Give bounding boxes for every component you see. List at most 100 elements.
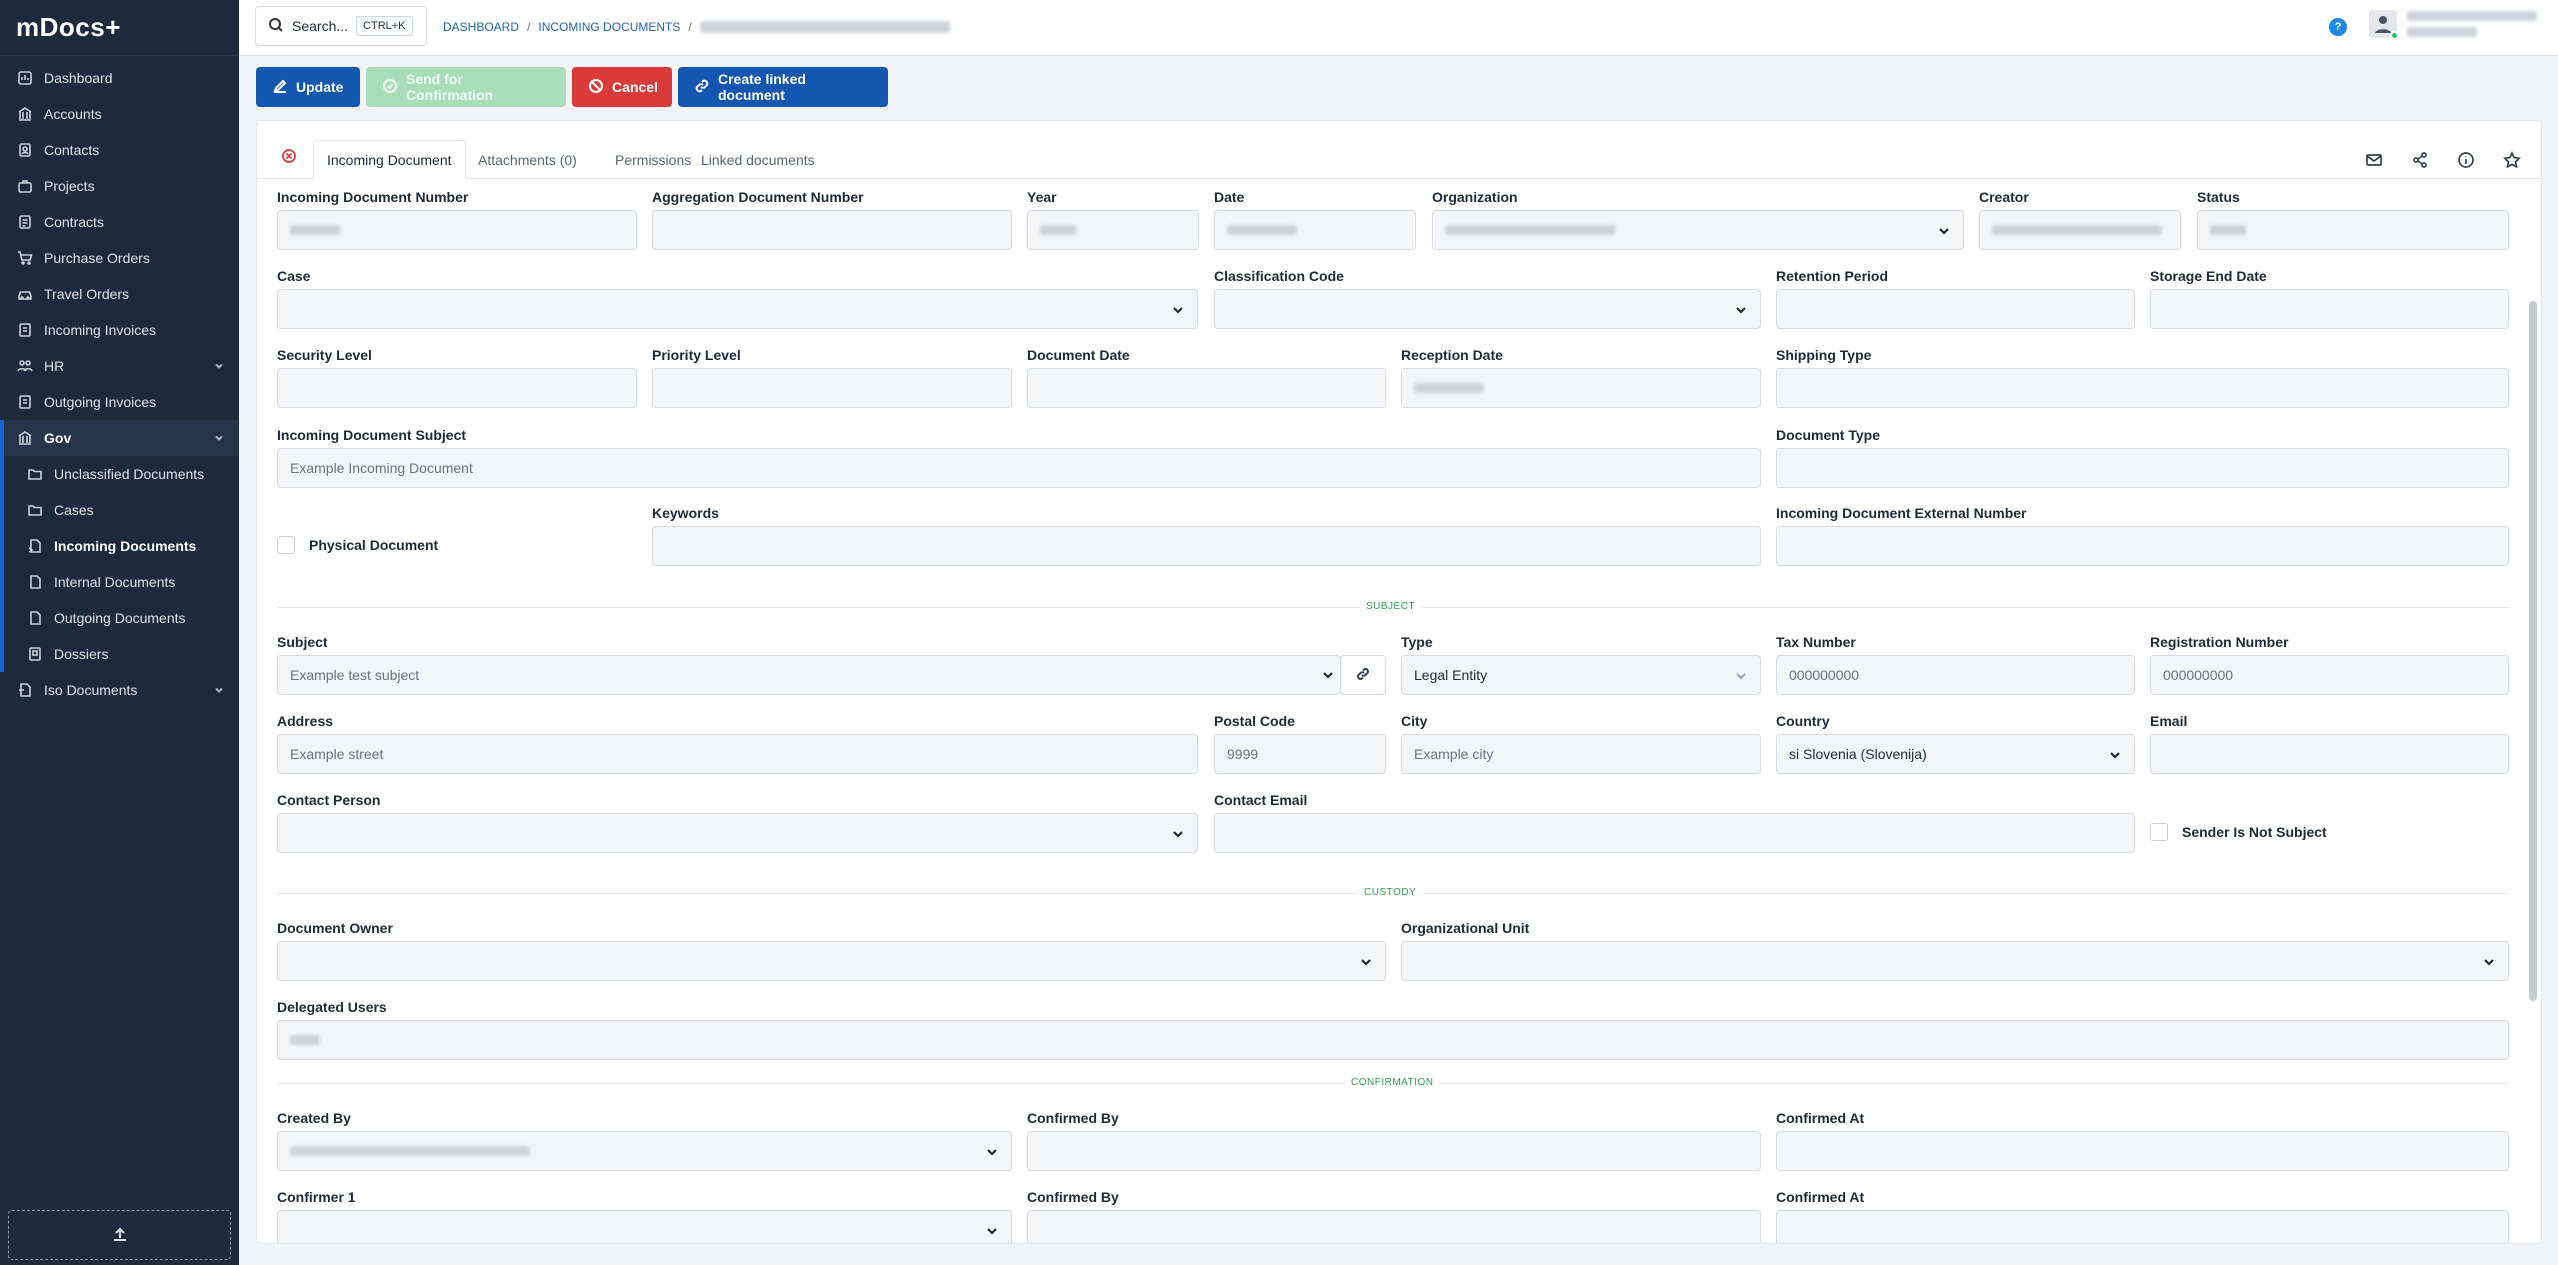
action-toolbar: Update Send for Confirmation Cancel Crea… <box>256 67 888 107</box>
chevron-down-icon[interactable] <box>1321 668 1335 682</box>
update-button[interactable]: Update <box>256 67 360 107</box>
chevron-down-icon <box>213 431 225 443</box>
cancel-button[interactable]: Cancel <box>572 67 672 107</box>
sidebar-item-contracts[interactable]: Contracts <box>0 204 239 240</box>
created-by-select[interactable] <box>277 1131 1012 1171</box>
search-button[interactable]: Search... CTRL+K <box>255 6 427 46</box>
case-select[interactable] <box>277 289 1198 329</box>
document-type-input[interactable] <box>1776 448 2509 488</box>
priority-level-input[interactable] <box>652 368 1012 408</box>
field-retention-period: Retention Period <box>1776 266 2135 329</box>
app-logo[interactable]: mDocs+ <box>0 0 239 56</box>
form-scrollbar[interactable] <box>2529 301 2537 1001</box>
contact-email-input[interactable] <box>1214 813 2135 853</box>
help-icon[interactable]: ? <box>2329 18 2347 36</box>
tab-attachments[interactable]: Attachments (0) <box>465 140 590 180</box>
sidebar-item-incoming-invoices[interactable]: Incoming Invoices <box>0 312 239 348</box>
field-document-owner: Document Owner <box>277 918 1386 981</box>
reception-date-input[interactable] <box>1401 368 1761 408</box>
sidebar-item-contacts[interactable]: Contacts <box>0 132 239 168</box>
document-icon <box>26 573 44 591</box>
sidebar-item-label: Incoming Documents <box>54 538 197 554</box>
year-input[interactable] <box>1027 210 1199 250</box>
chevron-down-icon <box>1734 669 1748 683</box>
incoming-document-number-input[interactable] <box>277 210 637 250</box>
star-icon[interactable] <box>2502 151 2522 172</box>
sidebar-item-dashboard[interactable]: Dashboard <box>0 60 239 96</box>
type-select[interactable]: Legal Entity <box>1401 655 1761 695</box>
mail-icon[interactable] <box>2365 151 2383 172</box>
email-input[interactable] <box>2150 734 2509 774</box>
field-email: Email <box>2150 711 2509 774</box>
field-aggregation-document-number: Aggregation Document Number <box>652 187 1012 250</box>
external-number-input[interactable] <box>1776 526 2509 566</box>
share-icon[interactable] <box>2411 151 2429 172</box>
field-address: Address Example street <box>277 711 1198 774</box>
sidebar-item-cases[interactable]: Cases <box>4 492 239 528</box>
sidebar-item-label: Contacts <box>44 142 100 158</box>
field-delegated-users: Delegated Users <box>277 997 2509 1060</box>
tax-number-input[interactable]: 000000000 <box>1776 655 2135 695</box>
confirmer-1-select[interactable] <box>277 1210 1012 1243</box>
confirmed-by-input[interactable] <box>1027 1131 1761 1171</box>
sidebar-item-incoming-documents[interactable]: Incoming Documents <box>4 528 239 564</box>
date-input[interactable] <box>1214 210 1416 250</box>
contact-person-select[interactable] <box>277 813 1198 853</box>
breadcrumb-dashboard[interactable]: DASHBOARD <box>443 20 519 34</box>
organizational-unit-select[interactable] <box>1401 941 2509 981</box>
tab-linked-documents[interactable]: Linked documents <box>688 140 828 180</box>
upload-dropzone[interactable] <box>8 1210 231 1260</box>
creator-input[interactable] <box>1979 210 2181 250</box>
sidebar-item-label: Internal Documents <box>54 574 176 590</box>
sidebar-item-gov[interactable]: Gov <box>4 420 239 456</box>
chevron-down-icon <box>1937 224 1951 238</box>
confirmed-at-input[interactable] <box>1776 1131 2509 1171</box>
user-menu[interactable] <box>2369 10 2537 40</box>
country-select[interactable]: si Slovenia (Slovenija) <box>1776 734 2135 774</box>
sidebar-item-unclassified-documents[interactable]: Unclassified Documents <box>4 456 239 492</box>
storage-end-date-input[interactable] <box>2150 289 2509 329</box>
aggregation-document-number-input[interactable] <box>652 210 1012 250</box>
info-icon[interactable] <box>2457 151 2475 172</box>
contacts-icon <box>16 141 34 159</box>
close-icon[interactable] <box>281 148 297 164</box>
sidebar-item-iso-documents[interactable]: Iso Documents <box>0 672 239 708</box>
sidebar-item-outgoing-documents[interactable]: Outgoing Documents <box>4 600 239 636</box>
field-contact-person: Contact Person <box>277 790 1198 853</box>
confirmed-by-2-input[interactable] <box>1027 1210 1761 1243</box>
send-for-confirmation-button[interactable]: Send for Confirmation <box>366 67 566 107</box>
delegated-users-input[interactable] <box>277 1020 2509 1060</box>
classification-code-select[interactable] <box>1214 289 1761 329</box>
status-input[interactable] <box>2197 210 2509 250</box>
sidebar-item-internal-documents[interactable]: Internal Documents <box>4 564 239 600</box>
sidebar-item-dossiers[interactable]: Dossiers <box>4 636 239 672</box>
sidebar-item-accounts[interactable]: Accounts <box>0 96 239 132</box>
document-owner-select[interactable] <box>277 941 1386 981</box>
keywords-input[interactable] <box>652 526 1761 566</box>
incoming-document-subject-input[interactable]: Example Incoming Document <box>277 448 1761 488</box>
breadcrumb-incoming-documents[interactable]: INCOMING DOCUMENTS <box>538 20 680 34</box>
link-subject-button[interactable] <box>1340 655 1386 695</box>
physical-document-checkbox[interactable] <box>277 536 295 554</box>
city-input[interactable]: Example city <box>1401 734 1761 774</box>
chevron-down-icon <box>1171 827 1185 841</box>
sidebar-item-projects[interactable]: Projects <box>0 168 239 204</box>
registration-number-input[interactable]: 000000000 <box>2150 655 2509 695</box>
organization-select[interactable] <box>1432 210 1964 250</box>
shipping-type-input[interactable] <box>1776 368 2509 408</box>
subject-select[interactable]: Example test subject <box>277 655 1341 695</box>
online-status-dot <box>2390 31 2399 40</box>
sidebar-item-hr[interactable]: HR <box>0 348 239 384</box>
create-linked-document-button[interactable]: Create linked document <box>678 67 888 107</box>
confirmed-at-2-input[interactable] <box>1776 1210 2509 1243</box>
address-input[interactable]: Example street <box>277 734 1198 774</box>
tab-incoming-document[interactable]: Incoming Document <box>313 140 466 180</box>
retention-period-input[interactable] <box>1776 289 2135 329</box>
security-level-input[interactable] <box>277 368 637 408</box>
sender-not-subject-checkbox[interactable] <box>2150 823 2168 841</box>
document-date-input[interactable] <box>1027 368 1386 408</box>
sidebar-item-outgoing-invoices[interactable]: Outgoing Invoices <box>0 384 239 420</box>
postal-code-input[interactable]: 9999 <box>1214 734 1386 774</box>
sidebar-item-travel-orders[interactable]: Travel Orders <box>0 276 239 312</box>
sidebar-item-purchase-orders[interactable]: Purchase Orders <box>0 240 239 276</box>
